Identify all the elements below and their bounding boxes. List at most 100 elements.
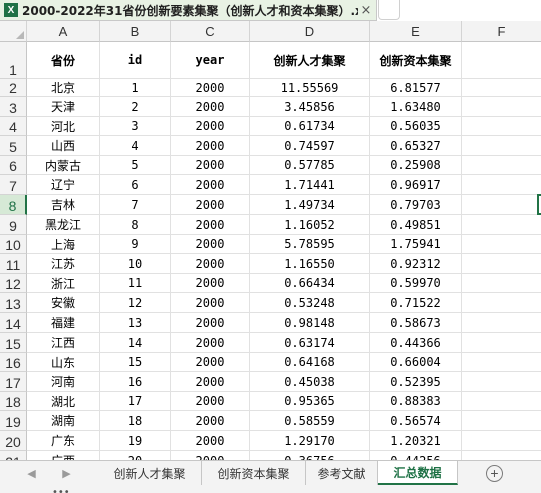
table-cell[interactable]: 8 — [100, 215, 171, 235]
column-header-c[interactable]: C — [171, 21, 250, 42]
table-cell[interactable]: 6.81577 — [370, 79, 462, 97]
table-cell[interactable]: 5 — [100, 156, 171, 175]
table-cell[interactable]: 0.49851 — [370, 215, 462, 235]
column-header-b[interactable]: B — [100, 21, 171, 42]
prev-sheet-icon[interactable]: ◀ — [27, 467, 35, 480]
table-cell[interactable]: 2000 — [171, 215, 250, 235]
row-header[interactable]: 19 — [0, 411, 27, 431]
table-cell[interactable]: 1.16550 — [250, 254, 370, 274]
file-tab[interactable]: X 2000-2022年31省份创新要素集聚（创新人才和资本集聚）.xlsx × — [0, 0, 377, 21]
table-cell[interactable]: 2000 — [171, 79, 250, 97]
table-cell[interactable]: 2000 — [171, 313, 250, 333]
header-cell[interactable]: id — [100, 42, 171, 79]
table-cell[interactable]: 福建 — [27, 313, 100, 333]
table-cell[interactable] — [462, 117, 541, 136]
table-cell[interactable]: 0.56035 — [370, 117, 462, 136]
header-cell[interactable]: 省份 — [27, 42, 100, 79]
row-header[interactable]: 16 — [0, 353, 27, 372]
table-cell[interactable]: 2000 — [171, 372, 250, 392]
table-cell[interactable]: 20 — [100, 451, 171, 460]
table-cell[interactable] — [462, 254, 541, 274]
row-header[interactable]: 10 — [0, 235, 27, 254]
table-cell[interactable]: 10 — [100, 254, 171, 274]
select-all-corner[interactable] — [0, 21, 27, 42]
table-cell[interactable]: 0.71522 — [370, 293, 462, 313]
sheet-tab-summary[interactable]: 汇总数据 — [378, 461, 458, 485]
table-cell[interactable]: 河北 — [27, 117, 100, 136]
table-cell[interactable]: 14 — [100, 333, 171, 353]
table-cell[interactable]: 北京 — [27, 79, 100, 97]
table-cell[interactable]: 0.96917 — [370, 175, 462, 195]
table-cell[interactable] — [462, 392, 541, 411]
table-cell[interactable]: 0.58673 — [370, 313, 462, 333]
table-cell[interactable]: 1.16052 — [250, 215, 370, 235]
table-cell[interactable]: 2000 — [171, 411, 250, 431]
table-cell[interactable]: 2000 — [171, 451, 250, 460]
table-cell[interactable]: 内蒙古 — [27, 156, 100, 175]
table-cell[interactable]: 0.88383 — [370, 392, 462, 411]
table-cell[interactable]: 3 — [100, 117, 171, 136]
table-cell[interactable] — [462, 333, 541, 353]
table-cell[interactable] — [462, 431, 541, 451]
table-cell[interactable]: 0.44256 — [370, 451, 462, 460]
table-cell[interactable]: 0.53248 — [250, 293, 370, 313]
table-cell[interactable]: 0.92312 — [370, 254, 462, 274]
table-cell[interactable]: 0.98148 — [250, 313, 370, 333]
table-cell[interactable] — [462, 293, 541, 313]
table-cell[interactable]: 1.75941 — [370, 235, 462, 254]
table-cell[interactable]: 2000 — [171, 431, 250, 451]
column-header-e[interactable]: E — [370, 21, 462, 42]
row-header[interactable]: 12 — [0, 274, 27, 293]
column-header-d[interactable]: D — [250, 21, 370, 42]
table-cell[interactable]: 7 — [100, 195, 171, 215]
table-cell[interactable]: 湖南 — [27, 411, 100, 431]
header-cell[interactable]: 创新人才集聚 — [250, 42, 370, 79]
table-cell[interactable]: 0.52395 — [370, 372, 462, 392]
table-cell[interactable]: 0.45038 — [250, 372, 370, 392]
row-header[interactable]: 9 — [0, 215, 27, 235]
row-header[interactable]: 4 — [0, 117, 27, 136]
row-header[interactable]: 13 — [0, 293, 27, 313]
sheet-tab-references[interactable]: 参考文献 — [306, 461, 378, 485]
table-cell[interactable] — [462, 97, 541, 117]
table-cell[interactable]: 0.58559 — [250, 411, 370, 431]
table-cell[interactable]: 0.59970 — [370, 274, 462, 293]
table-cell[interactable]: 2000 — [171, 353, 250, 372]
table-cell[interactable]: 河南 — [27, 372, 100, 392]
row-header[interactable]: 21 — [0, 451, 27, 460]
spreadsheet-grid[interactable]: A B C D E F 1 省份 id year 创新人才集聚 创新资本集聚 2 北京 1 2000 11.55… — [0, 21, 541, 460]
row-header[interactable]: 20 — [0, 431, 27, 451]
table-cell[interactable]: 天津 — [27, 97, 100, 117]
table-cell[interactable]: 0.61734 — [250, 117, 370, 136]
table-cell[interactable]: 1.29170 — [250, 431, 370, 451]
row-header[interactable]: 14 — [0, 313, 27, 333]
close-tab-button[interactable]: × — [358, 3, 374, 18]
table-cell[interactable]: 12 — [100, 293, 171, 313]
table-cell[interactable]: 19 — [100, 431, 171, 451]
table-cell[interactable]: 黑龙江 — [27, 215, 100, 235]
table-cell[interactable]: 2000 — [171, 117, 250, 136]
table-cell[interactable]: 吉林 — [27, 195, 100, 215]
table-cell[interactable]: 1.71441 — [250, 175, 370, 195]
row-header[interactable]: 15 — [0, 333, 27, 353]
table-cell[interactable]: 辽宁 — [27, 175, 100, 195]
table-cell[interactable]: 0.57785 — [250, 156, 370, 175]
row-header[interactable]: 5 — [0, 136, 27, 156]
table-cell[interactable]: 上海 — [27, 235, 100, 254]
row-header[interactable]: 6 — [0, 156, 27, 175]
table-cell[interactable] — [462, 136, 541, 156]
next-sheet-icon[interactable]: ▶ — [62, 467, 70, 480]
table-cell[interactable]: 0.66004 — [370, 353, 462, 372]
row-header[interactable]: 3 — [0, 97, 27, 117]
table-cell[interactable]: 6 — [100, 175, 171, 195]
table-cell[interactable]: 4 — [100, 136, 171, 156]
table-cell[interactable]: 0.95365 — [250, 392, 370, 411]
sheet-tab-talent[interactable]: 创新人才集聚 — [98, 461, 202, 485]
table-cell[interactable]: 13 — [100, 313, 171, 333]
table-cell[interactable]: 2000 — [171, 175, 250, 195]
table-cell[interactable]: 安徽 — [27, 293, 100, 313]
table-cell[interactable] — [462, 451, 541, 460]
table-cell[interactable]: 江苏 — [27, 254, 100, 274]
table-cell[interactable]: 0.65327 — [370, 136, 462, 156]
table-cell[interactable]: 1 — [100, 79, 171, 97]
